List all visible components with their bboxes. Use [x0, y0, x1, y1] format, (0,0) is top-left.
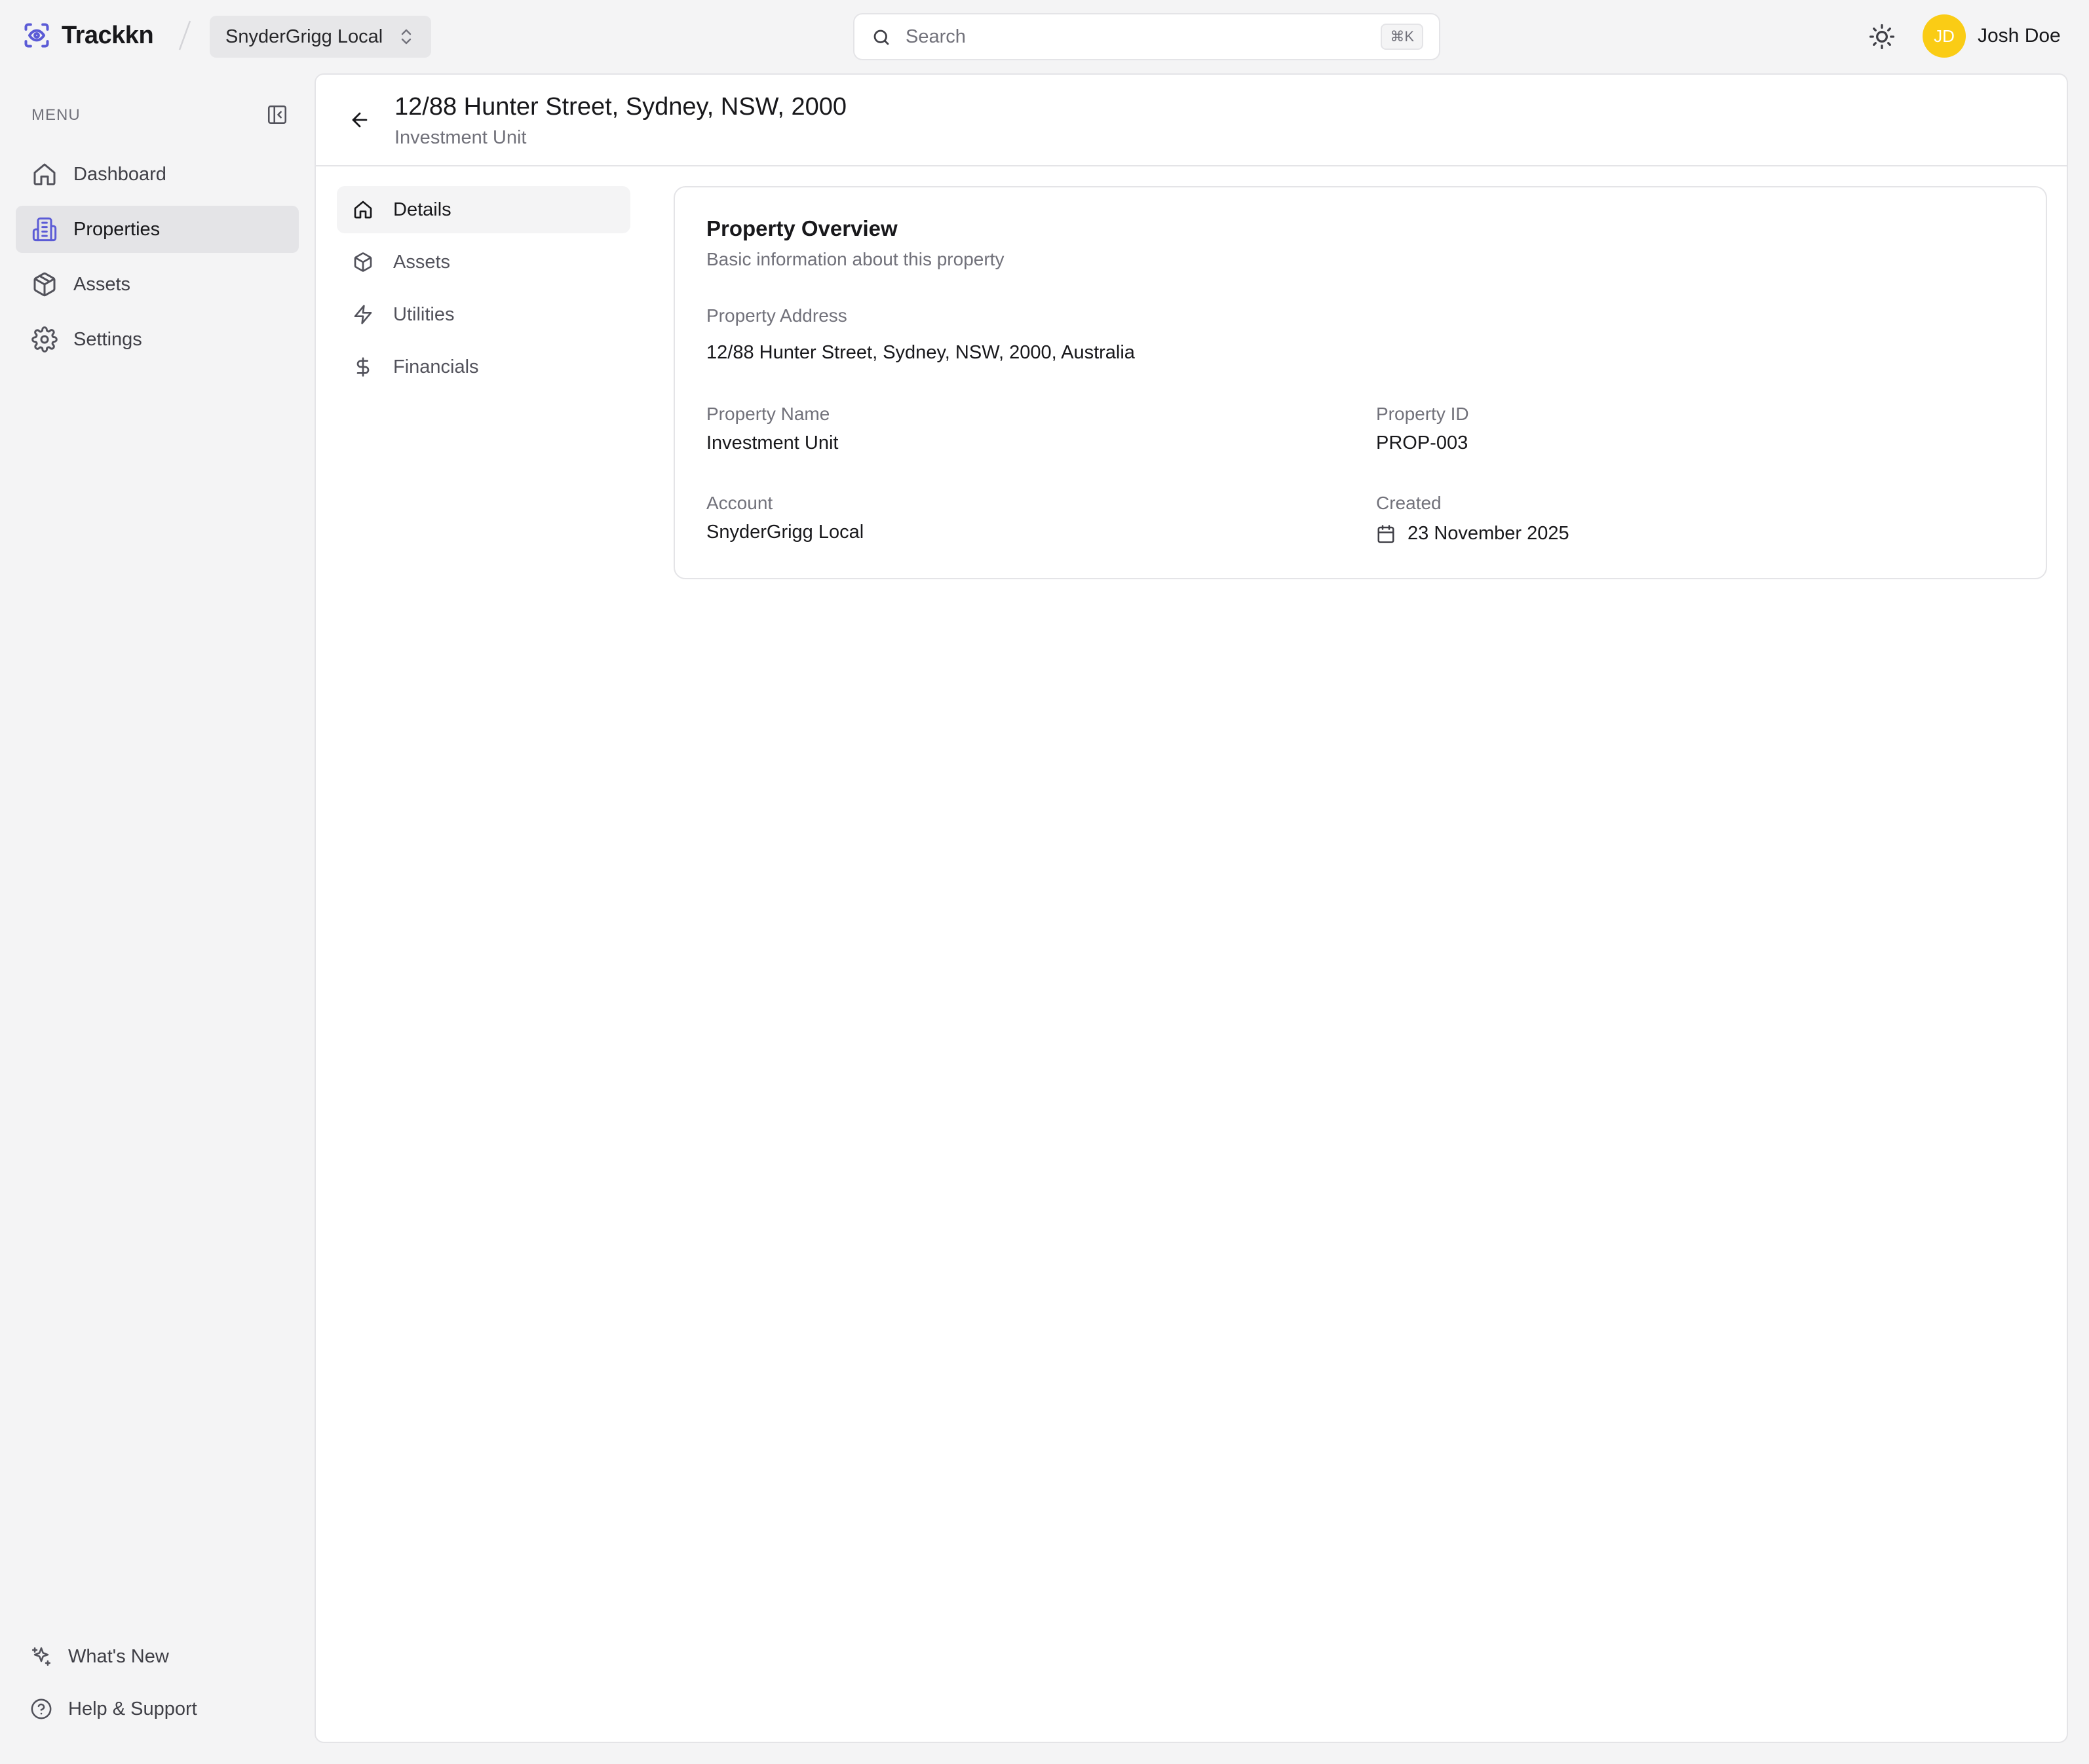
tab-label: Assets [393, 251, 451, 273]
sidebar: MENU Dashboard Properties Assets Setting… [0, 73, 315, 1764]
property-subnav: Details Assets Utilities Financials [337, 186, 630, 396]
card-title: Property Overview [706, 216, 898, 240]
whats-new-label: What's New [68, 1645, 169, 1667]
property-id-label: Property ID [1376, 404, 1469, 424]
tab-label: Financials [393, 356, 479, 377]
tab-financials[interactable]: Financials [337, 343, 630, 391]
page-header: 12/88 Hunter Street, Sydney, NSW, 2000 I… [316, 75, 2067, 166]
gear-icon [31, 326, 58, 353]
sidebar-item-label: Settings [73, 328, 142, 350]
tab-utilities[interactable]: Utilities [337, 291, 630, 338]
help-circle-icon [30, 1698, 52, 1720]
breadcrumb-separator [178, 20, 191, 50]
zap-icon [353, 304, 374, 325]
account-value: SnyderGrigg Local [706, 522, 864, 543]
sidebar-nav: Dashboard Properties Assets Settings [16, 151, 299, 371]
box-icon [353, 252, 374, 273]
tab-details[interactable]: Details [337, 186, 630, 233]
search-shortcut-badge: ⌘K [1381, 24, 1423, 50]
property-name-value: Investment Unit [706, 432, 839, 453]
top-bar: Trackkn SnyderGrigg Local ⌘K JD Josh Doe [0, 0, 2089, 73]
address-value: 12/88 Hunter Street, Sydney, NSW, 2000, … [706, 342, 1135, 363]
menu-label: MENU [31, 106, 81, 124]
sidebar-item-settings[interactable]: Settings [16, 316, 299, 363]
brand-logo[interactable]: Trackkn [22, 21, 154, 50]
search-bar[interactable]: ⌘K [853, 13, 1440, 60]
sidebar-item-dashboard[interactable]: Dashboard [16, 151, 299, 198]
sidebar-footer: What's New Help & Support [30, 1643, 197, 1748]
created-row: 23 November 2025 [1376, 523, 1569, 545]
dollar-icon [353, 356, 374, 377]
building-icon [31, 216, 58, 242]
sparkles-icon [30, 1645, 52, 1668]
address-label: Property Address [706, 305, 847, 326]
eye-logo-icon [22, 21, 51, 50]
sun-icon[interactable] [1868, 22, 1896, 51]
tab-label: Details [393, 199, 451, 220]
avatar: JD [1923, 14, 1966, 58]
page-subtitle: Investment Unit [394, 127, 527, 148]
home-icon [31, 161, 58, 187]
property-name-label: Property Name [706, 404, 830, 424]
search-input[interactable] [906, 24, 1325, 50]
help-support-label: Help & Support [68, 1698, 197, 1719]
box-icon [31, 271, 58, 297]
account-label: Account [706, 493, 773, 513]
tab-label: Utilities [393, 303, 455, 325]
tab-assets[interactable]: Assets [337, 239, 630, 286]
account-switcher[interactable]: SnyderGrigg Local [210, 16, 431, 58]
property-overview-card: Property Overview Basic information abou… [674, 186, 2047, 579]
brand-name: Trackkn [62, 21, 154, 49]
help-support-link[interactable]: Help & Support [30, 1696, 197, 1722]
chevrons-up-down-icon [398, 28, 414, 46]
sidebar-item-properties[interactable]: Properties [16, 206, 299, 253]
page-title: 12/88 Hunter Street, Sydney, NSW, 2000 [394, 93, 847, 121]
main-panel: 12/88 Hunter Street, Sydney, NSW, 2000 I… [315, 73, 2068, 1743]
account-switcher-label: SnyderGrigg Local [225, 26, 383, 47]
sidebar-item-label: Assets [73, 273, 131, 295]
sidebar-item-label: Dashboard [73, 163, 166, 185]
panel-collapse-icon[interactable] [266, 104, 288, 126]
home-icon [353, 199, 374, 220]
user-name: Josh Doe [1978, 25, 2061, 47]
arrow-left-icon[interactable] [349, 109, 371, 131]
user-menu[interactable]: JD Josh Doe [1923, 14, 2061, 58]
property-id-value: PROP-003 [1376, 432, 1468, 453]
card-subtitle: Basic information about this property [706, 249, 1005, 269]
created-label: Created [1376, 493, 1442, 513]
whats-new-link[interactable]: What's New [30, 1643, 197, 1670]
sidebar-item-label: Properties [73, 218, 161, 240]
calendar-icon [1376, 524, 1396, 544]
created-value: 23 November 2025 [1408, 523, 1569, 544]
sidebar-item-assets[interactable]: Assets [16, 261, 299, 308]
search-icon [872, 28, 891, 47]
